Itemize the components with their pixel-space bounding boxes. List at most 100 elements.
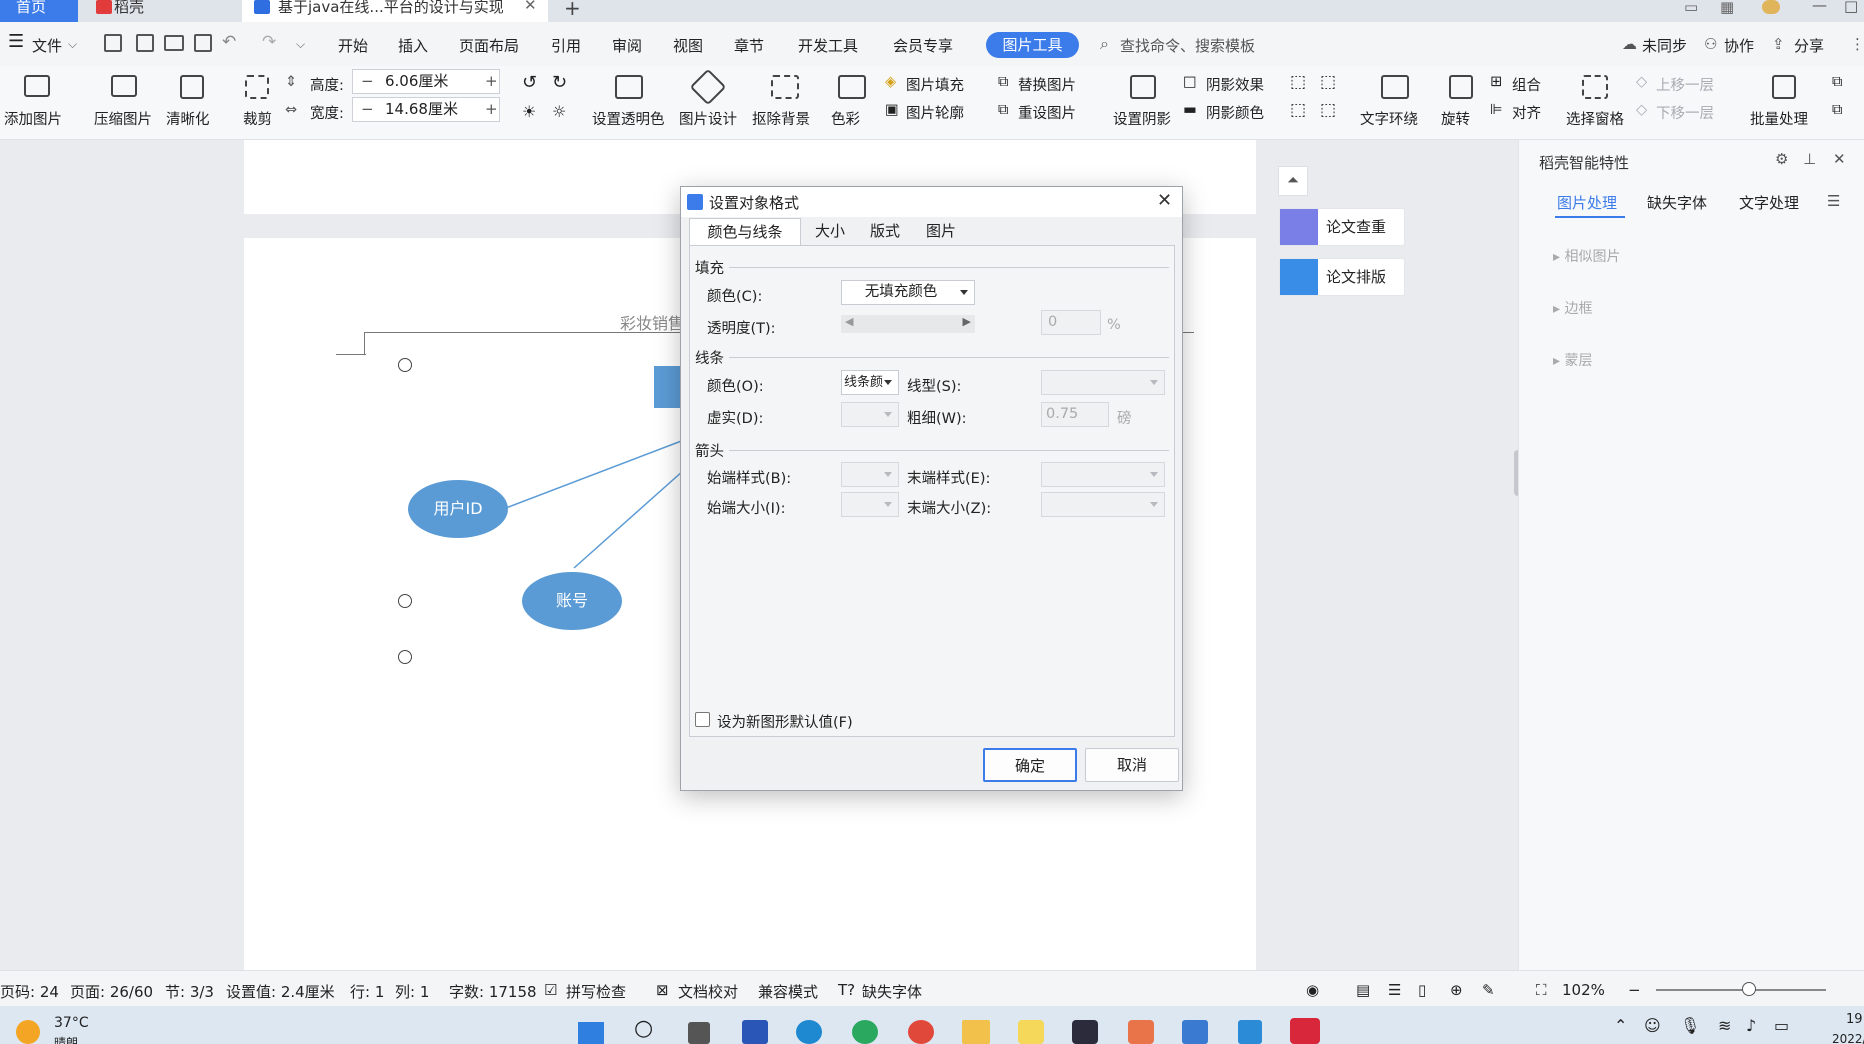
bring-forward-button[interactable]: 上移一层 (1656, 74, 1714, 95)
clock-time[interactable]: 19 (1846, 1012, 1863, 1027)
tab-home[interactable]: 首页 (0, 0, 78, 22)
weather-temp[interactable]: 37°C (54, 1015, 89, 1031)
collapse-palette-icon[interactable]: ⏶ (1278, 166, 1308, 196)
send-backward-button[interactable]: 下移一层 (1656, 102, 1714, 123)
section-mask[interactable]: ▸ 蒙层 (1553, 350, 1592, 370)
select-pane-button[interactable]: 选择窗格 (1566, 108, 1624, 129)
missing-font-button[interactable]: 缺失字体 (862, 981, 922, 1002)
tray-chevron-icon[interactable]: ⌃ (1614, 1016, 1627, 1035)
pane-tab-image[interactable]: 图片处理 (1557, 192, 1617, 213)
default-shape-checkbox[interactable] (695, 712, 710, 727)
new-tab-icon[interactable]: + (564, 0, 581, 20)
ok-button[interactable]: 确定 (983, 748, 1077, 782)
microphone-icon[interactable]: 🎙 (1680, 1016, 1700, 1035)
reset-image-button[interactable]: 重设图片 (1018, 102, 1076, 123)
pane-menu-icon[interactable]: ☰ (1827, 192, 1840, 210)
spellcheck-button[interactable]: 拼写检查 (566, 981, 626, 1002)
group-button[interactable]: 组合 (1512, 74, 1541, 95)
app-icon-4[interactable] (1128, 1020, 1154, 1044)
image-design-button[interactable]: 图片设计 (679, 108, 737, 129)
thesis-layout-button[interactable]: 论文排版 (1279, 258, 1405, 296)
contrast-icon[interactable]: ☼ (552, 102, 566, 121)
ribbon-more2-icon[interactable]: ⧉ (1832, 102, 1842, 118)
task-view-icon[interactable] (688, 1022, 710, 1044)
pane-title[interactable]: 稻壳智能特性 (1539, 152, 1629, 173)
status-words[interactable]: 字数: 17158 (449, 981, 537, 1002)
edit-mode-icon[interactable]: ✎ (1482, 981, 1495, 999)
zoom-slider[interactable] (1656, 982, 1826, 996)
dialog-tab-color-line[interactable]: 颜色与线条 (689, 218, 801, 246)
transparency-spinner[interactable]: 0 (1041, 310, 1101, 335)
app-icon-2[interactable] (852, 1020, 878, 1044)
weight-spinner[interactable]: 0.75 (1041, 402, 1109, 427)
quick-access-more-icon[interactable]: ⌵ (296, 37, 305, 52)
app-icon-1[interactable] (742, 1020, 768, 1044)
menu-image-tools[interactable]: 图片工具 (986, 32, 1079, 58)
shadow-down-icon[interactable]: ⬚ (1320, 100, 1336, 120)
zoom-level[interactable]: 102% (1562, 981, 1605, 999)
page-view-icon[interactable]: ▤ (1356, 981, 1370, 999)
settings-gear-icon[interactable]: ⚙ (1775, 150, 1788, 168)
menu-view[interactable]: 视图 (673, 35, 703, 56)
rotate-left-icon[interactable]: ↺ (522, 72, 537, 93)
dialog-tab-picture[interactable]: 图片 (913, 218, 969, 246)
app-icon-3[interactable] (1018, 1020, 1044, 1044)
battery-icon[interactable]: ▭ (1774, 1016, 1789, 1035)
command-search-input[interactable]: 查找命令、搜索模板 (1120, 35, 1255, 56)
avatar[interactable] (1762, 0, 1780, 14)
replace-image-button[interactable]: 替换图片 (1018, 74, 1076, 95)
minimize-icon[interactable]: — (1812, 0, 1827, 14)
wifi-icon[interactable]: ≋ (1718, 1016, 1731, 1035)
wps-office-icon[interactable] (1290, 1018, 1320, 1044)
image-fill-button[interactable]: 图片填充 (906, 74, 964, 95)
menu-reference[interactable]: 引用 (551, 35, 581, 56)
status-setting[interactable]: 设置值: 2.4厘米 (226, 981, 335, 1002)
eye-protect-icon[interactable]: ◉ (1306, 981, 1319, 999)
end-size-dropdown[interactable] (1041, 492, 1165, 517)
notepad-icon[interactable] (1238, 1020, 1262, 1044)
cancel-button[interactable]: 取消 (1085, 748, 1179, 782)
rotate-button[interactable]: 旋转 (1441, 108, 1470, 129)
fit-page-icon[interactable]: ⛶ (1536, 981, 1547, 999)
set-transparent-button[interactable]: 设置透明色 (592, 108, 665, 129)
maximize-icon[interactable]: □ (1844, 0, 1858, 15)
shadow-up-icon[interactable]: ⬚ (1290, 72, 1306, 92)
undo-icon[interactable]: ↶ (222, 32, 236, 52)
dialog-close-icon[interactable]: ✕ (1157, 190, 1172, 211)
edge-browser-icon[interactable] (796, 1020, 822, 1044)
line-type-dropdown[interactable] (1041, 370, 1165, 395)
print-icon[interactable] (164, 35, 184, 51)
diagram-node-account[interactable]: 账号 (522, 572, 622, 630)
shadow-effect-button[interactable]: 阴影效果 (1206, 74, 1264, 95)
line-color-dropdown[interactable]: 线条颜 (841, 370, 899, 395)
share-button[interactable]: 分享 (1794, 35, 1824, 56)
proofread-button[interactable]: 文档校对 (678, 981, 738, 1002)
status-page-code[interactable]: 页码: 24 (0, 981, 59, 1002)
shadow-color-button[interactable]: 阴影颜色 (1206, 102, 1264, 123)
zoom-out-icon[interactable]: − (1628, 981, 1641, 999)
align-button[interactable]: 对齐 (1512, 102, 1541, 123)
web-view-icon[interactable]: ⊕ (1450, 981, 1463, 999)
begin-style-dropdown[interactable] (841, 462, 899, 487)
chevron-down-icon[interactable]: ⌵ (68, 37, 77, 52)
print-preview-icon[interactable] (194, 34, 212, 52)
redo-icon[interactable]: ↷ (262, 32, 276, 52)
fill-color-dropdown[interactable]: 无填充颜色 (841, 280, 975, 305)
set-shadow-button[interactable]: 设置阴影 (1113, 108, 1171, 129)
zoom-slider-thumb[interactable] (1742, 982, 1756, 996)
close-pane-icon[interactable]: ✕ (1833, 150, 1846, 168)
ribbon-more-icon[interactable]: ⧉ (1832, 74, 1842, 90)
volume-icon[interactable]: ♪ (1746, 1016, 1756, 1035)
dialog-tab-size[interactable]: 大小 (803, 218, 857, 246)
status-page[interactable]: 页面: 26/60 (70, 981, 153, 1002)
dialog-titlebar[interactable]: 设置对象格式 ✕ (681, 187, 1182, 217)
pane-tab-fonts[interactable]: 缺失字体 (1647, 192, 1707, 213)
status-section[interactable]: 节: 3/3 (165, 981, 214, 1002)
slider-left-arrow-icon[interactable]: ◀ (845, 315, 853, 328)
menu-file[interactable]: 文件 (32, 35, 62, 56)
shadow-right-icon[interactable]: ⬚ (1320, 72, 1336, 92)
close-tab-icon[interactable]: ✕ (524, 0, 537, 13)
height-decrease-icon[interactable]: − (361, 70, 374, 93)
compress-image-button[interactable]: 压缩图片 (94, 108, 152, 129)
tab-document[interactable]: 基于java在线...平台的设计与实现 ✕ (242, 0, 548, 22)
